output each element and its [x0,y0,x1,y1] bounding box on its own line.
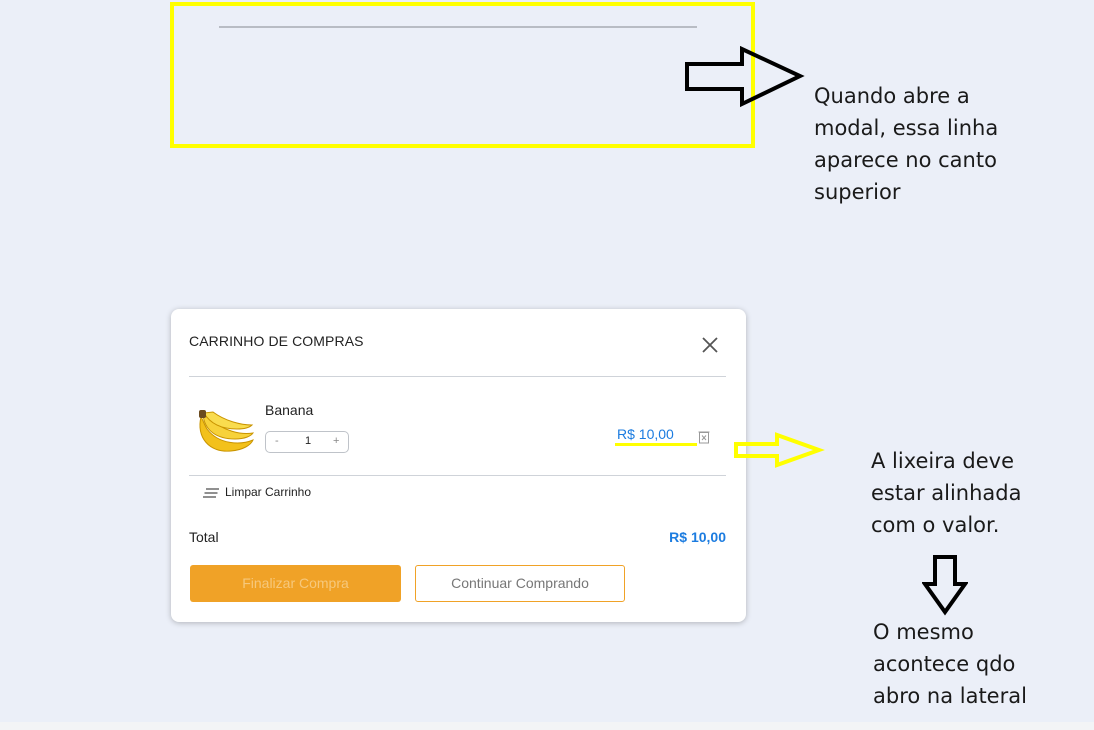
clear-list-icon [203,488,219,498]
quantity-value[interactable]: 1 [305,435,311,447]
highlight-box [170,2,755,148]
cart-modal: CARRINHO DE COMPRAS Banana - 1 + R$ 10,0… [171,309,746,622]
modal-title: CARRINHO DE COMPRAS [189,333,364,349]
total-value: R$ 10,00 [669,529,726,545]
page-bottom-strip [0,722,1094,730]
yellow-arrow-icon [734,432,825,468]
total-label: Total [189,529,219,545]
item-price: R$ 10,00 [617,426,674,442]
annotation-trash-alignment: A lixeira deve estar alinhada com o valo… [871,449,1022,537]
finish-purchase-button[interactable]: Finalizar Compra [190,565,401,602]
increase-button[interactable]: + [333,435,339,447]
continue-shopping-button[interactable]: Continuar Comprando [415,565,625,602]
right-arrow-icon [685,46,805,108]
banana-image [199,410,255,452]
modal-top-line [219,26,697,28]
item-name: Banana [265,402,314,418]
trash-icon[interactable] [698,430,710,444]
decrease-button[interactable]: - [275,435,279,447]
divider [189,376,726,377]
annotation-sidebar: O mesmo acontece qdo abro na lateral [873,620,1027,708]
clear-cart-label: Limpar Carrinho [225,485,312,499]
down-arrow-icon [922,555,968,616]
price-highlight [615,443,697,446]
divider [189,475,726,476]
quantity-stepper: - 1 + [265,431,349,453]
annotation-top-line: Quando abre a modal, essa linha aparece … [814,84,999,204]
close-icon[interactable] [699,334,721,356]
